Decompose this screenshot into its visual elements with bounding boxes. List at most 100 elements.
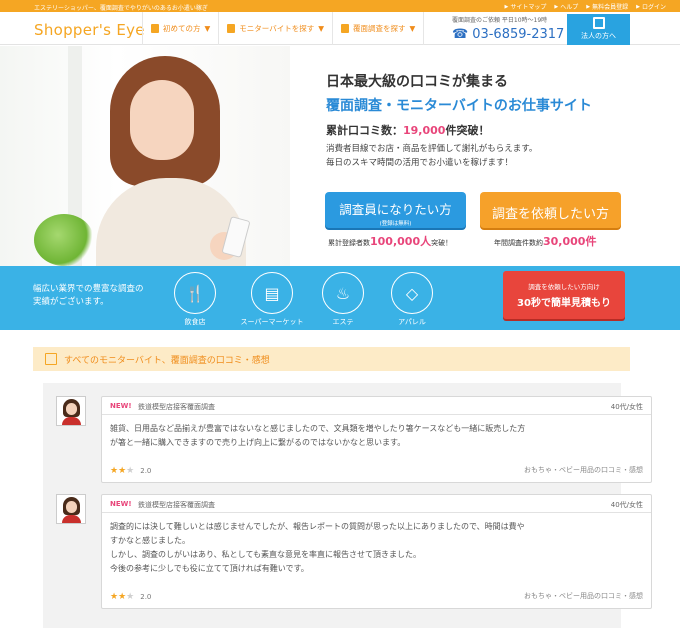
become-researcher-button[interactable]: 調査員になりたい方 (登録は無料) xyxy=(325,192,466,228)
quote-caption: 調査を依頼したい方向け xyxy=(528,283,600,291)
reviews-section-header: すべてのモニターバイト、覆面調査の口コミ・感想 xyxy=(33,347,630,371)
quote-label: 30秒で簡単見積もり xyxy=(517,298,611,309)
hero: 日本最大級の口コミが集まる 覆面調査・モニターバイトのお仕事サイト 累計口コミ数… xyxy=(0,46,680,266)
researcher-button-label: 調査員になりたい方 xyxy=(339,202,452,217)
register-link[interactable]: ▶ 無料会員登録 xyxy=(586,2,628,12)
phone-contact: 覆面調査のご依頼 平日10時〜19時 ☎ 03-6859-2317 xyxy=(452,15,564,42)
hero-desc-line: 消費者目線でお店・商品を評価して謝礼がもらえます。 xyxy=(326,144,538,154)
phone-number: 03-6859-2317 xyxy=(472,27,565,42)
new-badge: NEW! xyxy=(110,500,132,508)
review-count-label: 累計口コミ数： xyxy=(326,124,403,137)
nav-label: モニターバイトを探す xyxy=(239,24,315,33)
leaf-icon xyxy=(151,24,159,33)
star-icon: ★ xyxy=(110,466,119,476)
utility-links: ▶ サイトマップ ▶ ヘルプ ▶ 無料会員登録 ▶ ログイン xyxy=(504,2,667,12)
review-category-link[interactable]: おもちゃ・ベビー用品の口コミ・感想 xyxy=(524,465,643,475)
arrow-icon: ▶ xyxy=(554,3,559,10)
category-esthetic[interactable]: ♨ エステ xyxy=(313,272,373,327)
review-shop: 鉄道模型店接客覆面調査 xyxy=(138,403,215,411)
phone-number-row[interactable]: ☎ 03-6859-2317 xyxy=(452,27,564,42)
sitemap-link[interactable]: ▶ サイトマップ xyxy=(504,2,547,12)
global-nav: 初めての方 ▼ モニターバイトを探す ▼ 覆面調査を探す ▼ xyxy=(142,12,425,45)
star-icon: ★ xyxy=(118,592,127,602)
star-icon: ★ xyxy=(110,592,119,602)
chevron-down-icon: ▼ xyxy=(318,24,324,33)
review-line: しかし、調査のしがいはあり、私としても素直な意見を率直に報告させて頂きました。 xyxy=(110,550,422,559)
utensils-icon: 🍴 xyxy=(174,272,216,314)
nav-mystery-shopping[interactable]: 覆面調査を探す ▼ xyxy=(332,12,425,45)
corporate-button[interactable]: 法人の方へ xyxy=(567,14,630,45)
category-apparel[interactable]: ◇ アパレル xyxy=(382,272,442,327)
document-icon xyxy=(227,24,236,33)
arrow-icon: ▶ xyxy=(636,3,640,10)
nav-label: 初めての方 xyxy=(163,24,201,33)
request-button-label: 調査を依頼したい方 xyxy=(491,207,609,222)
nav-first-time[interactable]: 初めての方 ▼ xyxy=(142,12,218,45)
rating-value: 2.0 xyxy=(140,593,152,601)
review-header: NEW! 鉄道模型店接客覆面調査 40代/女性 xyxy=(102,397,651,415)
researcher-button-sublabel: (登録は無料) xyxy=(379,221,412,227)
hero-subheadline: 覆面調査・モニターバイトのお仕事サイト xyxy=(326,98,592,114)
quick-quote-button[interactable]: 調査を依頼したい方向け 30秒で簡単見積もり xyxy=(503,271,625,319)
review-text: 雑貨、日用品など品揃えが豊富ではないなと感じましたので、文具類を増やしたり箸ケー… xyxy=(110,422,642,450)
rating-value: 2.0 xyxy=(140,467,152,475)
star-empty-icon: ★ xyxy=(126,592,135,602)
clipboard-icon xyxy=(341,24,349,33)
category-label: スーパーマーケット xyxy=(240,318,304,326)
industry-band: 幅広い業界での豊富な調査の 実績がございます。 🍴 飲食店 ▤ スーパーマーケッ… xyxy=(0,266,680,330)
arrow-icon: ▶ xyxy=(586,3,591,10)
avatar-shirt xyxy=(62,515,81,523)
new-badge: NEW! xyxy=(110,402,132,410)
hero-photo-face xyxy=(130,80,194,160)
star-empty-icon: ★ xyxy=(126,466,135,476)
category-supermarket[interactable]: ▤ スーパーマーケット xyxy=(240,272,304,327)
plant-illustration xyxy=(34,214,94,266)
arrow-icon: ▶ xyxy=(504,3,509,10)
hero-headline: 日本最大級の口コミが集まる xyxy=(326,74,508,90)
pencil-icon xyxy=(45,353,57,365)
category-label: 飲食店 xyxy=(184,318,206,326)
review-card[interactable]: NEW! 鉄道模型店接客覆面調査 40代/女性 雑貨、日用品など品揃えが豊富では… xyxy=(101,396,652,483)
rating-stars: ★★★ 2.0 xyxy=(110,592,151,602)
chevron-down-icon: ▼ xyxy=(409,24,416,33)
registered-users-stat: 累計登録者数100,000人突破！ xyxy=(328,233,452,249)
review-line: すかなと感じました。 xyxy=(110,536,190,545)
help-link[interactable]: ▶ ヘルプ xyxy=(554,2,578,12)
avatar-face xyxy=(66,501,77,513)
review-line: 調査的には決して難しいとは感じませんでしたが、報告レポートの質問が思った以上にあ… xyxy=(110,522,525,531)
rating-stars: ★★★ 2.0 xyxy=(110,466,151,476)
reviewer-avatar xyxy=(56,396,86,426)
top-strip: エステリーショッパー、覆面調査でやりがいのあるお小遣い稼ぎ ▶ サイトマップ ▶ ヘ… xyxy=(0,0,680,12)
diamond-icon: ◇ xyxy=(391,272,433,314)
review-line: が箸と一緒に購入できますので売り上げ向上に繋がるのではないかなと思います。 xyxy=(110,438,406,447)
stat-label: 年間調査件数約 xyxy=(494,239,543,247)
category-label: エステ xyxy=(332,318,354,326)
category-restaurant[interactable]: 🍴 飲食店 xyxy=(165,272,225,327)
nav-label: 覆面調査を探す xyxy=(353,24,406,33)
chevron-down-icon: ▼ xyxy=(204,24,211,33)
site-header: Shopper's Eye 初めての方 ▼ モニターバイトを探す ▼ 覆面調査を… xyxy=(0,12,680,45)
login-link[interactable]: ▶ ログイン xyxy=(636,2,666,12)
reviewer-demographic: 40代/女性 xyxy=(610,501,643,509)
phone-caption: 覆面調査のご依頼 平日10時〜19時 xyxy=(452,17,548,24)
review-card[interactable]: NEW! 鉄道模型店接客覆面調査 40代/女性 調査的には決して難しいとは感じま… xyxy=(101,494,652,609)
request-survey-button[interactable]: 調査を依頼したい方 xyxy=(480,192,621,228)
reviewer-demographic: 40代/女性 xyxy=(610,403,643,411)
review-category-link[interactable]: おもちゃ・ベビー用品の口コミ・感想 xyxy=(524,591,643,601)
avatar-shirt xyxy=(62,417,81,425)
corporate-label: 法人の方へ xyxy=(581,32,616,40)
nav-monitor-jobs[interactable]: モニターバイトを探す ▼ xyxy=(218,12,332,45)
logo[interactable]: Shopper's Eye xyxy=(34,21,145,39)
industry-text-line: 実績がございます。 xyxy=(33,297,109,307)
review-line: 雑貨、日用品など品揃えが豊富ではないなと感じましたので、文具類を増やしたり箸ケー… xyxy=(110,424,526,433)
annual-surveys-stat: 年間調査件数約30,000件 xyxy=(494,233,596,249)
tagline: エステリーショッパー、覆面調査でやりがいのあるお小遣い稼ぎ xyxy=(34,5,208,12)
review-header: NEW! 鉄道模型店接客覆面調査 40代/女性 xyxy=(102,495,651,513)
avatar-face xyxy=(66,403,77,415)
section-title: すべてのモニターバイト、覆面調査の口コミ・感想 xyxy=(64,356,270,366)
review-text: 調査的には決して難しいとは感じませんでしたが、報告レポートの質問が思った以上にあ… xyxy=(110,520,642,576)
phone-icon: ☎ xyxy=(452,27,469,42)
review-count: 累計口コミ数：19,000件突破！ xyxy=(326,122,489,138)
hero-description: 消費者目線でお店・商品を評価して謝礼がもらえます。 毎日のスキマ時間の活用でお小… xyxy=(326,142,537,170)
industry-text-line: 幅広い業界での豊富な調査の xyxy=(33,284,144,294)
